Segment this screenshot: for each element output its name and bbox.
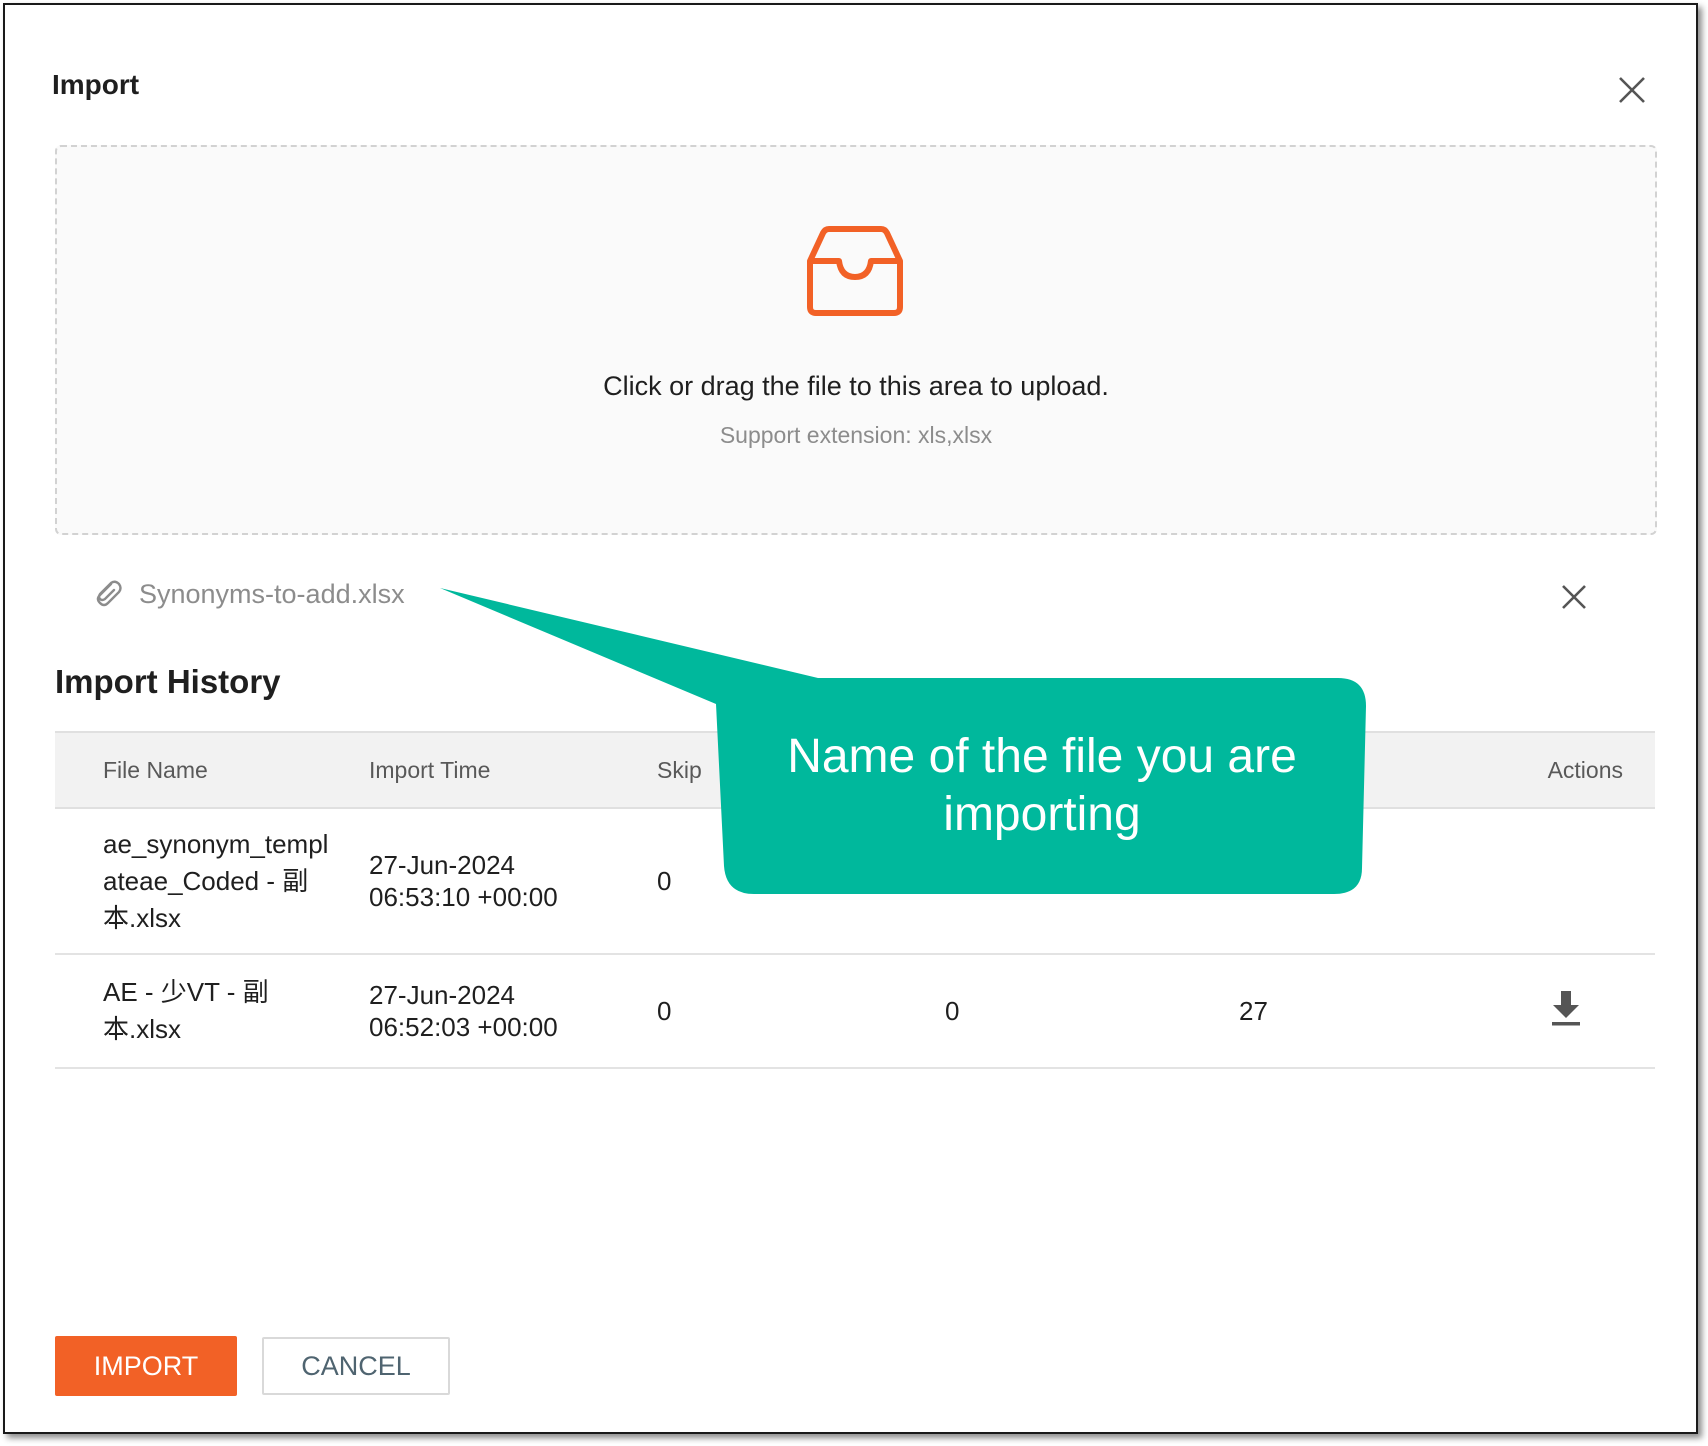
cell-file-name: AE - 少VT - 副本.xlsx <box>55 954 369 1069</box>
dialog-title: Import <box>52 69 140 100</box>
cell-skip: 0 <box>657 954 945 1069</box>
close-icon[interactable] <box>1617 75 1647 105</box>
table-row: AE - 少VT - 副本.xlsx 27-Jun-2024 06:52:03 … <box>55 954 1655 1069</box>
cell-col4: 0 <box>945 954 1239 1069</box>
column-header-import-time: Import Time <box>369 731 657 809</box>
paperclip-icon <box>96 580 122 607</box>
selected-file-name: Synonyms-to-add.xlsx <box>139 579 405 609</box>
cell-import-time: 27-Jun-2024 06:52:03 +00:00 <box>369 954 657 1069</box>
remove-file-icon[interactable] <box>1560 583 1588 611</box>
callout-text: Name of the file you are importing <box>787 730 1297 841</box>
upload-instruction: Click or drag the file to this area to u… <box>603 371 1109 401</box>
import-dialog: Import Click or drag the file to this ar… <box>3 3 1698 1434</box>
cell-col5: 27 <box>1239 954 1511 1069</box>
column-header-actions: Actions <box>1511 731 1655 809</box>
import-history-title: Import History <box>55 663 281 700</box>
cell-file-name: ae_synonym_templ ateae_Coded - 副本.xlsx <box>55 808 369 955</box>
selected-file-item: Synonyms-to-add.xlsx <box>91 573 1611 617</box>
import-button[interactable]: IMPORT <box>55 1336 237 1396</box>
column-header-file-name: File Name <box>55 731 369 809</box>
download-icon[interactable] <box>1549 989 1583 1027</box>
cell-import-time: 27-Jun-2024 06:53:10 +00:00 <box>369 808 657 955</box>
upload-dropzone[interactable]: Click or drag the file to this area to u… <box>55 145 1657 535</box>
cell-actions <box>1511 808 1655 955</box>
cancel-button[interactable]: CANCEL <box>262 1337 450 1395</box>
inbox-icon <box>807 226 903 316</box>
cell-actions <box>1511 954 1655 1069</box>
upload-hint: Support extension: xls,xlsx <box>719 422 993 448</box>
